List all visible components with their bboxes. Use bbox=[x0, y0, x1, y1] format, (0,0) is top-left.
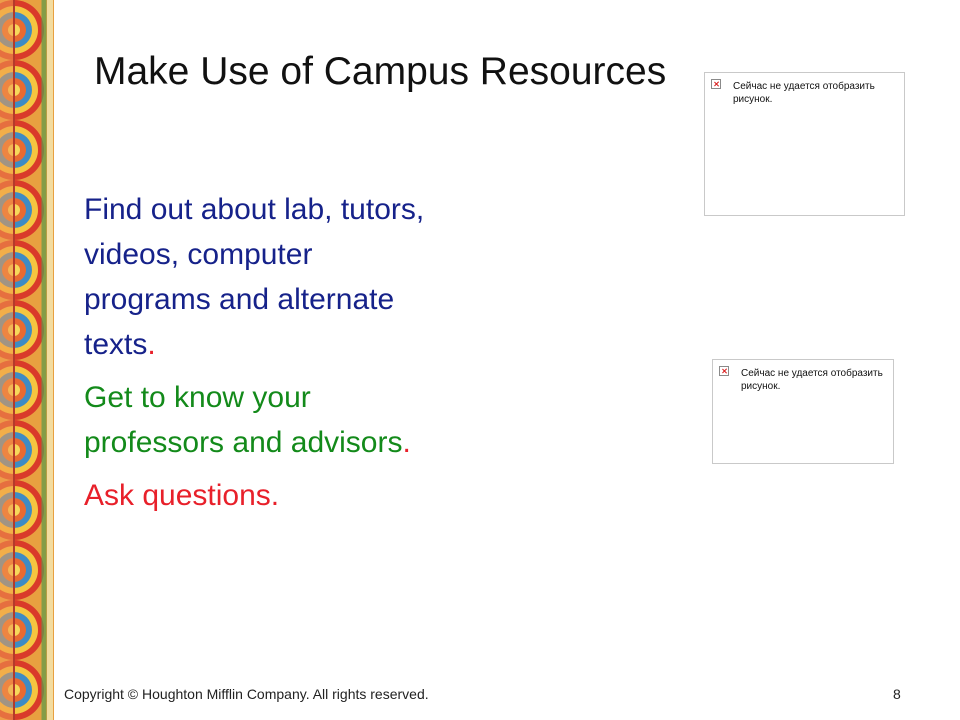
page-number: 8 bbox=[893, 686, 901, 702]
bullet-text: Ask questions. bbox=[84, 479, 280, 512]
decorative-left-border bbox=[0, 0, 54, 720]
bullet-text: Find out about lab, tutors, videos, comp… bbox=[84, 193, 425, 361]
bullet-professors: Get to know your professors and advisors… bbox=[84, 375, 444, 465]
bullet-ask-questions: Ask questions. bbox=[84, 473, 444, 518]
broken-image-placeholder: Сейчас не удается отобразить рисунок. bbox=[704, 72, 905, 216]
bullet-campus-resources: Find out about lab, tutors, videos, comp… bbox=[84, 187, 444, 367]
footer-copyright: Copyright © Houghton Mifflin Company. Al… bbox=[64, 686, 429, 702]
broken-image-caption: Сейчас не удается отобразить рисунок. bbox=[741, 368, 883, 392]
broken-image-icon bbox=[711, 79, 721, 89]
bullet-list: Find out about lab, tutors, videos, comp… bbox=[84, 187, 444, 526]
bullet-text: Get to know your professors and advisors bbox=[84, 381, 403, 459]
broken-image-placeholder: Сейчас не удается отобразить рисунок. bbox=[712, 359, 894, 464]
broken-image-caption: Сейчас не удается отобразить рисунок. bbox=[733, 81, 875, 105]
broken-image-icon bbox=[719, 366, 729, 376]
slide-title: Make Use of Campus Resources bbox=[94, 50, 667, 93]
bullet-end-mark: . bbox=[147, 328, 156, 361]
bullet-end-mark: . bbox=[402, 426, 411, 459]
